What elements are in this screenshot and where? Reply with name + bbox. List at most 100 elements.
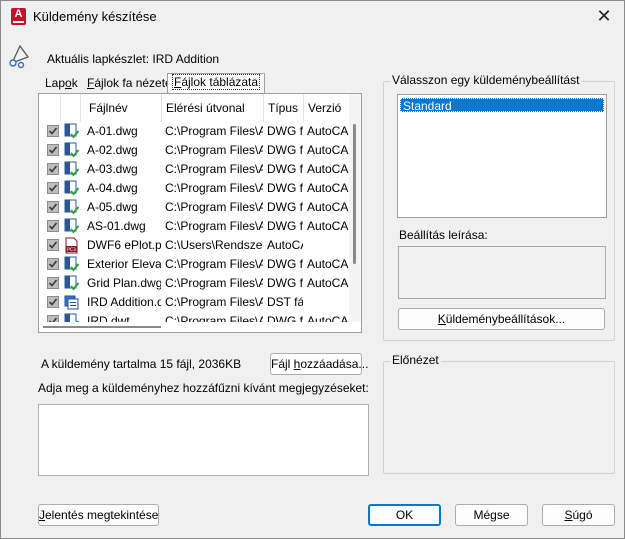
cell-path: C:\Program Files\Au <box>165 124 263 138</box>
cell-version <box>307 293 351 312</box>
setup-description-box <box>398 246 606 299</box>
files-table: Fájlnév Elérési útvonal Típus Verzió A-0… <box>38 93 362 333</box>
table-vertical-scrollbar[interactable] <box>349 94 361 332</box>
tab-sheets[interactable]: Lapok <box>41 75 82 93</box>
cell-path: C:\Program Files\Au <box>165 295 263 309</box>
table-row[interactable]: A-01.dwg C:\Program Files\Au DWG fá AutoCAD <box>39 122 351 141</box>
cell-filename: AS-01.dwg <box>87 219 146 233</box>
notes-textarea[interactable] <box>38 404 369 476</box>
row-checkbox[interactable] <box>47 277 59 289</box>
dst-file-icon <box>63 294 80 311</box>
dwg-sheet-icon <box>63 199 80 216</box>
dwg-sheet-icon <box>63 275 80 292</box>
table-row[interactable]: IRD Addition.dst C:\Program Files\Au DST f… <box>39 293 351 312</box>
row-checkbox[interactable] <box>47 144 59 156</box>
dwg-sheet-icon <box>63 161 80 178</box>
cell-path: C:\Program Files\Au <box>165 200 263 214</box>
dwg-sheet-icon <box>63 218 80 235</box>
row-checkbox[interactable] <box>47 296 59 308</box>
transmittal-setups-button[interactable]: Küldeménybeállítások... <box>398 308 605 330</box>
cell-filename: DWF6 ePlot.pc3 <box>87 238 161 252</box>
cancel-button[interactable]: Mégse <box>455 504 528 526</box>
window-title: Küldemény készítése <box>33 9 157 24</box>
table-row[interactable]: AS-01.dwg C:\Program Files\Au DWG fá AutoCA… <box>39 217 351 236</box>
cell-type: DWG fá <box>267 143 303 157</box>
column-header-filename[interactable]: Fájlnév <box>81 94 162 122</box>
tab-files-table[interactable]: Fájlok táblázata <box>167 73 266 94</box>
view-report-button[interactable]: Jelentés megtekintése <box>38 504 159 526</box>
cell-version: AutoCAD <box>307 124 351 138</box>
title-bar: A Küldemény készítése ✕ <box>1 1 624 33</box>
checkbox-column-header <box>39 94 61 122</box>
cell-type: DWG fá <box>267 124 303 138</box>
row-checkbox[interactable] <box>47 220 59 232</box>
transmittal-send-icon <box>9 44 30 69</box>
setups-listbox[interactable]: Standard <box>397 94 607 218</box>
setup-description-label: Beállítás leírása: <box>399 228 488 242</box>
row-checkbox[interactable] <box>47 182 59 194</box>
icon-column-header <box>61 94 81 122</box>
cell-path: C:\Program Files\Au <box>165 181 263 195</box>
table-row[interactable]: Grid Plan.dwg C:\Program Files\Au DWG fá Au… <box>39 274 351 293</box>
preview-group-title: Előnézet <box>390 353 441 367</box>
row-checkbox[interactable] <box>47 125 59 137</box>
cell-filename: A-03.dwg <box>87 162 138 176</box>
dwg-sheet-icon <box>63 256 80 273</box>
cell-path: C:\Program Files\Au <box>165 219 263 233</box>
cell-version: AutoCAD <box>307 162 351 176</box>
table-row[interactable]: A-03.dwg C:\Program Files\Au DWG fá AutoCAD <box>39 160 351 179</box>
current-sheet-set-label: Aktuális lapkészlet: IRD Addition <box>47 52 220 66</box>
row-checkbox[interactable] <box>47 163 59 175</box>
table-row[interactable]: A-05.dwg C:\Program Files\Au DWG fá AutoCAD <box>39 198 351 217</box>
table-row[interactable]: A-04.dwg C:\Program Files\Au DWG fá AutoCAD <box>39 179 351 198</box>
table-horizontal-scrollbar[interactable] <box>39 322 361 332</box>
dwg-sheet-icon <box>63 180 80 197</box>
table-row[interactable]: A-02.dwg C:\Program Files\Au DWG fá AutoCAD <box>39 141 351 160</box>
cell-type: DWG fá <box>267 219 303 233</box>
cell-type: DWG fá <box>267 257 303 271</box>
close-icon[interactable]: ✕ <box>590 4 618 28</box>
cell-filename: A-01.dwg <box>87 124 138 138</box>
vertical-scroll-thumb[interactable] <box>353 124 356 264</box>
dwg-sheet-icon <box>63 123 80 140</box>
cell-type: DWG fá <box>267 162 303 176</box>
svg-text:PC3: PC3 <box>67 247 76 253</box>
cell-filename: Exterior Elevatio <box>87 257 161 271</box>
transmittal-dialog: A Küldemény készítése ✕ Aktuális lapkész… <box>0 0 625 539</box>
cell-filename: A-04.dwg <box>87 181 138 195</box>
cell-type: DWG fá <box>267 181 303 195</box>
cell-path: C:\Program Files\Au <box>165 276 263 290</box>
pc3-file-icon: PC3 <box>63 237 80 254</box>
row-checkbox[interactable] <box>47 239 59 251</box>
horizontal-scroll-thumb[interactable] <box>43 326 161 328</box>
setup-item-standard[interactable]: Standard <box>400 98 604 113</box>
cell-type: AutoCA <box>267 238 303 252</box>
cell-filename: A-05.dwg <box>87 200 138 214</box>
cell-version: AutoCAD <box>307 200 351 214</box>
cell-type: DWG fá <box>267 200 303 214</box>
column-header-path[interactable]: Elérési útvonal <box>162 94 264 122</box>
column-header-type[interactable]: Típus <box>264 94 304 122</box>
column-header-version[interactable]: Verzió <box>304 94 352 122</box>
row-checkbox[interactable] <box>47 258 59 270</box>
ok-button[interactable]: OK <box>368 504 441 526</box>
help-button[interactable]: Súgó <box>542 504 615 526</box>
table-row[interactable]: PC3 DWF6 ePlot.pc3 C:\Users\Rendszerg AutoC… <box>39 236 351 255</box>
cell-filename: IRD Addition.dst <box>87 295 161 309</box>
autocad-app-icon: A <box>11 8 26 25</box>
cell-version: AutoCAD <box>307 219 351 233</box>
cell-filename: A-02.dwg <box>87 143 138 157</box>
table-row[interactable]: Exterior Elevatio C:\Program Files\Au DWG … <box>39 255 351 274</box>
cell-path: C:\Program Files\Au <box>165 162 263 176</box>
preview-group <box>383 361 615 474</box>
add-file-button[interactable]: Fájl hozzáadása... <box>270 353 368 375</box>
table-header: Fájlnév Elérési útvonal Típus Verzió <box>39 94 361 122</box>
cell-path: C:\Program Files\Au <box>165 143 263 157</box>
tab-files-tree[interactable]: Fájlok fa nézete <box>83 75 176 93</box>
tab-label: Fájlok táblázata <box>172 74 261 90</box>
row-checkbox[interactable] <box>47 201 59 213</box>
cell-path: C:\Program Files\Au <box>165 257 263 271</box>
cell-version: AutoCAD <box>307 276 351 290</box>
cell-filename: Grid Plan.dwg <box>87 276 161 290</box>
setups-group-title: Válasszon egy küldeménybeállítást <box>390 73 582 87</box>
